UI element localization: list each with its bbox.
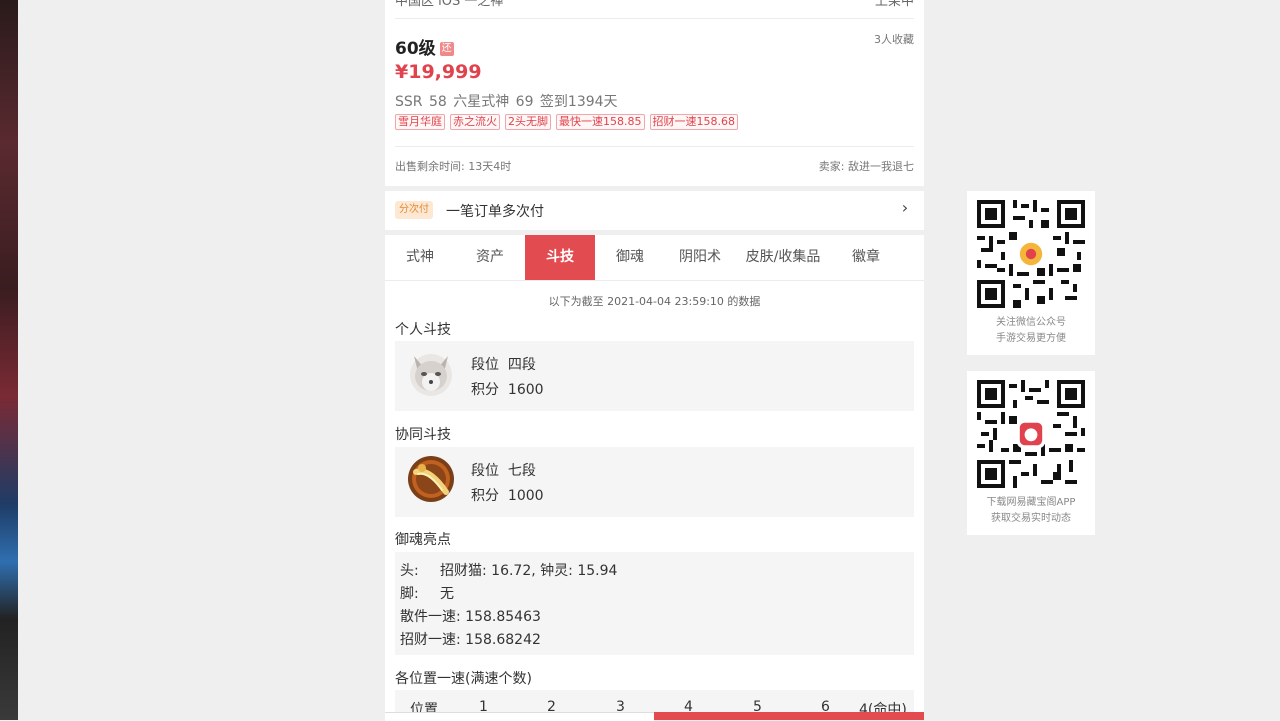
individual-rank: 段位 四段 xyxy=(471,357,536,373)
highlight-tag: 最快一速158.85 xyxy=(556,114,645,130)
app-qr-caption: 下载网易藏宝阁APP 获取交易实时动态 xyxy=(986,497,1076,524)
data-timestamp-note: 以下为截至 2021-04-04 23:59:10 的数据 xyxy=(548,295,761,308)
account-stats: SSR 58 六星式神 69 签到1394天 xyxy=(395,94,618,110)
fox-rank-icon xyxy=(410,354,452,396)
highlight-tag: 招财一速158.68 xyxy=(649,114,738,130)
tab-onmyoji-skills[interactable]: 阴阳术 xyxy=(665,235,735,280)
buy-button-bar[interactable] xyxy=(654,712,924,720)
detail-panel: 式神 资产 斗技 御魂 阴阳术 皮肤/收集品 徽章 以下为截至 2021-04-… xyxy=(385,235,924,720)
listing-status: 上架中 xyxy=(874,0,914,9)
tab-shikigami[interactable]: 式神 xyxy=(385,235,455,280)
highlight-tag: 赤之流火 xyxy=(450,114,500,130)
tab-skins-collectibles[interactable]: 皮肤/收集品 xyxy=(735,235,831,280)
cooperative-rank-box: 段位 七段 积分 1000 xyxy=(395,447,914,517)
favorites-count[interactable]: 3人收藏 xyxy=(874,31,914,47)
tab-badges[interactable]: 徽章 xyxy=(831,235,901,280)
highlight-tag: 雪月华庭 xyxy=(395,114,445,130)
listing-header-row: 中国区 iOS 一之禅 上架中 xyxy=(395,0,914,19)
section-title-speed: 各位置一速(满速个数) xyxy=(395,671,532,687)
seller-name[interactable]: 卖家: 敌进一我退七 xyxy=(819,158,914,174)
price: ¥19,999 xyxy=(395,61,482,83)
cooperative-rank: 段位 七段 xyxy=(471,463,536,479)
app-qr-code xyxy=(977,380,1085,488)
section-title-cooperative: 协同斗技 xyxy=(395,427,451,443)
installment-row[interactable]: 分次付 一笔订单多次付 › xyxy=(385,191,924,230)
detail-tabs: 式神 资产 斗技 御魂 阴阳术 皮肤/收集品 徽章 xyxy=(385,235,924,281)
highlight-tags: 雪月华庭 赤之流火 2头无脚 最快一速158.85 招财一速158.68 xyxy=(395,114,738,130)
highlight-tag: 2头无脚 xyxy=(505,114,551,130)
yuhun-line-head: 头: 招财猫: 16.72, 钟灵: 15.94 xyxy=(400,563,618,579)
individual-rank-box: 段位 四段 积分 1600 xyxy=(395,341,914,411)
listing-summary-card: 中国区 iOS 一之禅 上架中 60级还 3人收藏 ¥19,999 SSR 58… xyxy=(385,0,924,186)
tab-assets[interactable]: 资产 xyxy=(455,235,525,280)
wechat-qr-card: 关注微信公众号 手游交易更方便 xyxy=(967,191,1095,355)
yuhun-line-scattered-speed: 散件一速: 158.85463 xyxy=(400,609,541,625)
wechat-qr-code xyxy=(977,200,1085,308)
section-title-individual: 个人斗技 xyxy=(395,322,451,338)
level-title: 60级还 xyxy=(395,39,454,59)
wechat-qr-caption: 关注微信公众号 手游交易更方便 xyxy=(996,317,1066,344)
individual-score: 积分 1600 xyxy=(471,382,544,398)
cooperative-rank-icon xyxy=(408,456,454,502)
yuhun-line-zhaocai-speed: 招财一速: 158.68242 xyxy=(400,632,541,648)
tab-pvp[interactable]: 斗技 xyxy=(525,235,595,280)
section-title-yuhun: 御魂亮点 xyxy=(395,532,451,548)
installment-badge: 分次付 xyxy=(395,201,433,219)
tab-yuhun[interactable]: 御魂 xyxy=(595,235,665,280)
cooperative-score: 积分 1000 xyxy=(471,488,544,504)
remaining-time: 出售剩余时间: 13天4时 xyxy=(395,160,512,173)
page-background xyxy=(18,0,385,720)
divider xyxy=(395,146,914,147)
yuhun-line-foot: 脚: 无 xyxy=(400,586,454,602)
app-qr-card: 下载网易藏宝阁APP 获取交易实时动态 xyxy=(967,371,1095,535)
yuhun-highlights-box: 头: 招财猫: 16.72, 钟灵: 15.94 脚: 无 散件一速: 158.85… xyxy=(395,552,914,655)
chevron-right-icon[interactable]: › xyxy=(896,199,914,217)
server-info: 中国区 iOS 一之禅 xyxy=(395,0,504,9)
background-game-art xyxy=(0,0,18,720)
bargain-badge: 还 xyxy=(439,42,454,56)
installment-text: 一笔订单多次付 xyxy=(446,204,544,220)
